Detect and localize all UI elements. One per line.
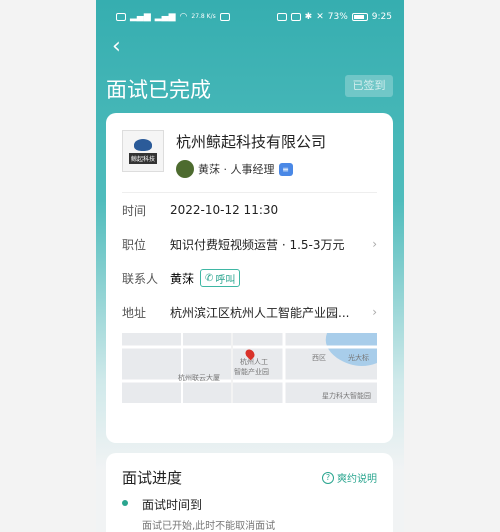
status-bar: ▂▄▆ ▂▄▆ ◠ 27.8 K/s ✱ ✕ 73% 9:25: [96, 0, 404, 34]
map-label: 智能产业园: [234, 368, 269, 376]
signed-in-button[interactable]: 已签到: [345, 75, 393, 97]
status-left: ▂▄▆ ▂▄▆ ◠ 27.8 K/s: [116, 11, 230, 22]
contact-name-role: 黄莯 · 人事经理: [198, 163, 275, 176]
position-label: 职位: [122, 237, 147, 252]
contact-value: 黄莯: [170, 271, 195, 286]
address-value: 杭州滨江区杭州人工智能产业园...: [170, 305, 350, 320]
chevron-left-icon: ‹: [112, 34, 121, 59]
mute-icon: ✕: [316, 11, 324, 22]
map-label: 杭州联云大厦: [178, 374, 220, 382]
step-title: 面试时间到: [142, 498, 203, 512]
page-title: 面试已完成: [106, 78, 211, 102]
network-speed: 27.8 K/s: [191, 13, 216, 20]
signal-icon: ▂▄▆: [130, 11, 151, 22]
time-value: 2022-10-12 11:30: [170, 203, 279, 217]
time-row: 时间 2022-10-12 11:30: [122, 193, 377, 227]
address-label: 地址: [122, 305, 147, 320]
map-label: 光大标: [348, 354, 369, 362]
no-show-rules-link[interactable]: ? 爽约说明: [322, 470, 377, 485]
map-label: 西区: [312, 354, 326, 362]
interview-card: 鲸起科技 杭州鲸起科技有限公司 黄莯 · 人事经理 ≡ 时间 2022-10-1…: [106, 113, 393, 443]
contact-label: 联系人: [122, 271, 159, 286]
time-label: 时间: [122, 203, 147, 218]
status-right: ✱ ✕ 73% 9:25: [276, 11, 392, 22]
chevron-right-icon: ›: [372, 237, 377, 251]
question-icon: ?: [322, 471, 334, 484]
company-name: 杭州鲸起科技有限公司: [176, 133, 327, 151]
step-dot-icon: [122, 500, 128, 506]
map-label: 杭州人工: [240, 358, 268, 366]
battery-percent: 73%: [327, 12, 348, 22]
company-row[interactable]: 鲸起科技 杭州鲸起科技有限公司 黄莯 · 人事经理 ≡: [122, 113, 377, 193]
contact-line: 黄莯 · 人事经理 ≡: [176, 160, 326, 178]
location-map[interactable]: 杭州人工 智能产业园 杭州联云大厦 西区 光大标 星力科大智能园: [122, 333, 377, 403]
vibrate-icon: [290, 13, 301, 21]
company-info: 杭州鲸起科技有限公司 黄莯 · 人事经理 ≡: [176, 130, 326, 178]
wifi-icon: ◠: [179, 11, 188, 22]
app-notification-icon: [219, 13, 230, 21]
chevron-right-icon: ›: [372, 305, 377, 319]
contact-row: 联系人 黄莯 ✆ 呼叫: [122, 261, 377, 295]
call-label: 呼叫: [215, 274, 236, 286]
nfc-icon: [276, 13, 287, 21]
step-desc: 面试已开始,此时不能取消面试: [142, 521, 276, 532]
progress-card: 面试进度 ? 爽约说明 面试时间到 面试已开始,此时不能取消面试: [106, 453, 393, 532]
back-button[interactable]: ‹: [112, 36, 134, 58]
address-row[interactable]: 地址 杭州滨江区杭州人工智能产业园... ›: [122, 295, 377, 329]
whale-logo-icon: [134, 138, 152, 151]
phone-icon: ✆: [205, 272, 214, 284]
chat-icon[interactable]: ≡: [278, 162, 293, 176]
rules-label: 爽约说明: [337, 474, 377, 485]
call-button[interactable]: ✆ 呼叫: [200, 269, 241, 287]
signal-icon: ▂▄▆: [154, 11, 176, 22]
sim-icon: [116, 13, 126, 21]
status-time: 9:25: [371, 12, 392, 22]
bluetooth-icon: ✱: [304, 11, 313, 22]
battery-icon: [351, 13, 368, 21]
phone-screen: ▂▄▆ ▂▄▆ ◠ 27.8 K/s ✱ ✕ 73% 9:25 ‹ 面试已完成 …: [96, 0, 404, 532]
logo-text: 鲸起科技: [128, 152, 157, 164]
avatar: [176, 160, 194, 178]
position-row[interactable]: 职位 知识付费短视频运营 · 1.5-3万元 ›: [122, 227, 377, 261]
map-label: 星力科大智能园: [322, 392, 371, 400]
company-logo: 鲸起科技: [122, 130, 164, 172]
progress-step: 面试时间到 面试已开始,此时不能取消面试: [122, 496, 377, 532]
position-value: 知识付费短视频运营 · 1.5-3万元: [170, 237, 345, 252]
